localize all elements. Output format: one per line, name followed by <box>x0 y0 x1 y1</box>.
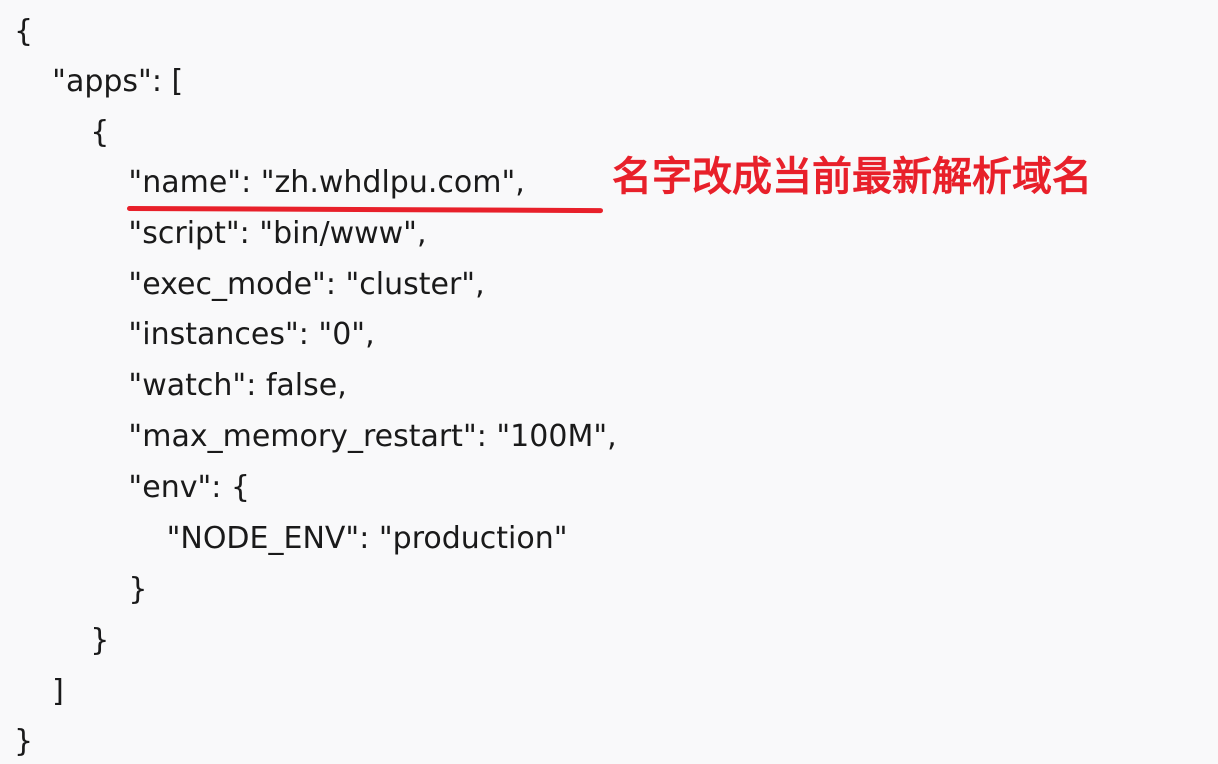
code-line-env-open: "env": { <box>14 470 250 505</box>
code-line-open-brace: { <box>14 14 34 49</box>
code-line-env-close: } <box>14 572 148 607</box>
code-line-apps-key: "apps": [ <box>14 64 184 99</box>
code-line-name: "name": "zh.whdlpu.com", <box>14 165 525 200</box>
code-line-max-memory-restart: "max_memory_restart": "100M", <box>14 419 617 454</box>
code-line-array-close: ] <box>14 674 64 709</box>
json-config-document: { "apps": [ { "name": "zh.whdlpu.com", "… <box>0 0 1218 764</box>
code-line-object-open: { <box>14 115 110 150</box>
annotation-note: 名字改成当前最新解析域名 <box>612 154 1092 200</box>
code-line-exec-mode: "exec_mode": "cluster", <box>14 267 485 302</box>
code-line-close-brace: } <box>14 724 34 759</box>
code-line-script: "script": "bin/www", <box>14 216 427 251</box>
code-line-object-close: } <box>14 623 110 658</box>
code-line-watch: "watch": false, <box>14 368 347 403</box>
code-line-instances: "instances": "0", <box>14 317 375 352</box>
code-line-node-env: "NODE_ENV": "production" <box>14 521 568 556</box>
